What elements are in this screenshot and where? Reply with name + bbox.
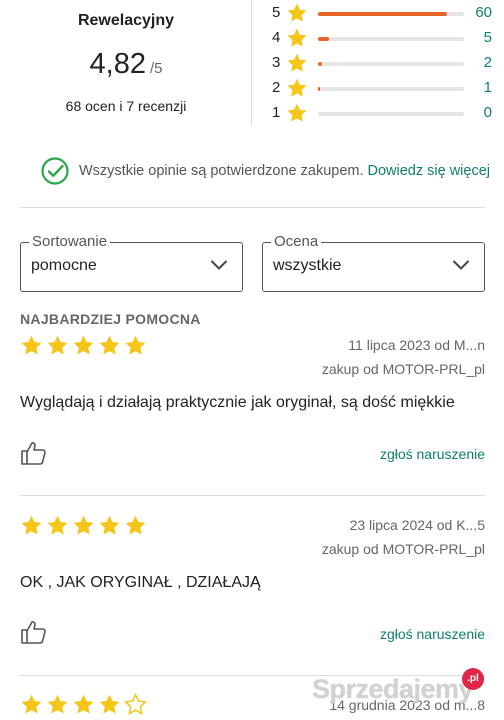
average-max: /5 (149, 60, 163, 77)
star-filled-icon (21, 515, 42, 535)
distribution-bar-fill (318, 62, 323, 66)
star-filled-icon (21, 694, 42, 714)
watermark-badge: .pl (462, 668, 484, 690)
distribution-stars: 5 (272, 4, 281, 21)
distribution-bar (318, 37, 464, 41)
star-filled-icon (99, 335, 120, 355)
review-stars (20, 693, 150, 716)
distribution-bar (318, 112, 464, 116)
distribution-bar-fill (318, 87, 321, 91)
watermark-text: Sprzedajemy (312, 674, 474, 704)
distribution-bar-fill (318, 12, 447, 16)
distribution-count[interactable]: 2 (468, 54, 492, 71)
star-filled-icon (73, 335, 94, 355)
distribution-bar (318, 87, 464, 91)
star-icon (287, 3, 307, 22)
distribution-stars: 2 (272, 79, 281, 96)
distribution-count[interactable]: 0 (468, 104, 492, 121)
review-text: Wyglądają i działają praktycznie jak ory… (20, 394, 455, 411)
star-filled-icon (47, 694, 68, 714)
chevron-down-icon (210, 260, 228, 270)
star-filled-icon (73, 515, 94, 535)
thumbs-up-icon[interactable] (20, 440, 48, 466)
report-link[interactable]: zgłoś naruszenie (380, 626, 485, 642)
sort-select[interactable]: Sortowanie pomocne (20, 233, 243, 292)
star-icon (287, 103, 307, 122)
distribution-count[interactable]: 60 (468, 4, 492, 21)
rating-label: Rewelacyjny (77, 12, 175, 29)
rating-summary: Rewelacyjny 4,82/5 68 ocen i 7 recenzji (0, 0, 252, 126)
distribution-stars: 4 (272, 29, 281, 46)
review-date-author: 23 lipca 2024 od K...5 (349, 517, 485, 533)
review-stars (20, 514, 150, 537)
rating-filter-select[interactable]: Ocena wszystkie (262, 233, 485, 292)
report-link[interactable]: zgłoś naruszenie (380, 446, 485, 462)
sort-value: pomocne (31, 257, 97, 274)
star-filled-icon (125, 335, 146, 355)
star-filled-icon (125, 515, 146, 535)
star-filled-icon (47, 515, 68, 535)
review-purchase: zakup od MOTOR-PRL_pl (321, 361, 485, 377)
distribution-count[interactable]: 1 (468, 79, 492, 96)
distribution-stars: 1 (272, 104, 281, 121)
distribution-row-3[interactable]: 3 2 (264, 51, 494, 75)
distribution-bar-fill (318, 37, 329, 41)
verified-text: Wszystkie opinie są potwierdzone zakupem… (79, 163, 364, 179)
star-empty-icon (124, 693, 147, 715)
chevron-down-icon (452, 260, 470, 270)
star-filled-icon (73, 694, 94, 714)
star-icon (287, 53, 307, 72)
distribution-row-4[interactable]: 4 5 (264, 26, 494, 50)
distribution-bar (318, 12, 464, 16)
star-filled-icon (47, 335, 68, 355)
distribution-row-5[interactable]: 5 60 (264, 1, 494, 25)
review-purchase: zakup od MOTOR-PRL_pl (321, 541, 485, 557)
summary-divider (251, 0, 252, 126)
check-circle-icon (41, 157, 69, 185)
rating-filter-value: wszystkie (273, 257, 342, 274)
review-date-author: 11 lipca 2023 od M...n (348, 337, 485, 353)
distribution-row-1[interactable]: 1 0 (264, 101, 494, 125)
divider (20, 495, 485, 496)
sort-label: Sortowanie (29, 233, 111, 250)
distribution-row-2[interactable]: 2 1 (264, 76, 494, 100)
average-value: 4,82 (89, 48, 146, 80)
star-icon (287, 28, 307, 47)
rating-filter-label: Ocena (271, 233, 322, 250)
learn-more-link[interactable]: Dowiedz się więcej (368, 163, 491, 179)
distribution-stars: 3 (272, 54, 281, 71)
review-stars (20, 334, 150, 357)
average-rating: 4,82/5 (0, 48, 252, 81)
section-title: NAJBARDZIEJ POMOCNA (20, 311, 201, 327)
star-icon (287, 78, 307, 97)
thumbs-up-icon[interactable] (20, 619, 48, 645)
distribution-count[interactable]: 5 (468, 29, 492, 46)
star-filled-icon (99, 694, 120, 714)
review-text: OK , JAK ORYGINAŁ , DZIAŁAJĄ (20, 574, 261, 591)
divider (20, 207, 485, 208)
star-filled-icon (21, 335, 42, 355)
verified-notice: Wszystkie opinie są potwierdzone zakupem… (40, 156, 490, 186)
star-filled-icon (99, 515, 120, 535)
distribution-bar (318, 62, 464, 66)
rating-counts: 68 ocen i 7 recenzji (65, 98, 187, 114)
